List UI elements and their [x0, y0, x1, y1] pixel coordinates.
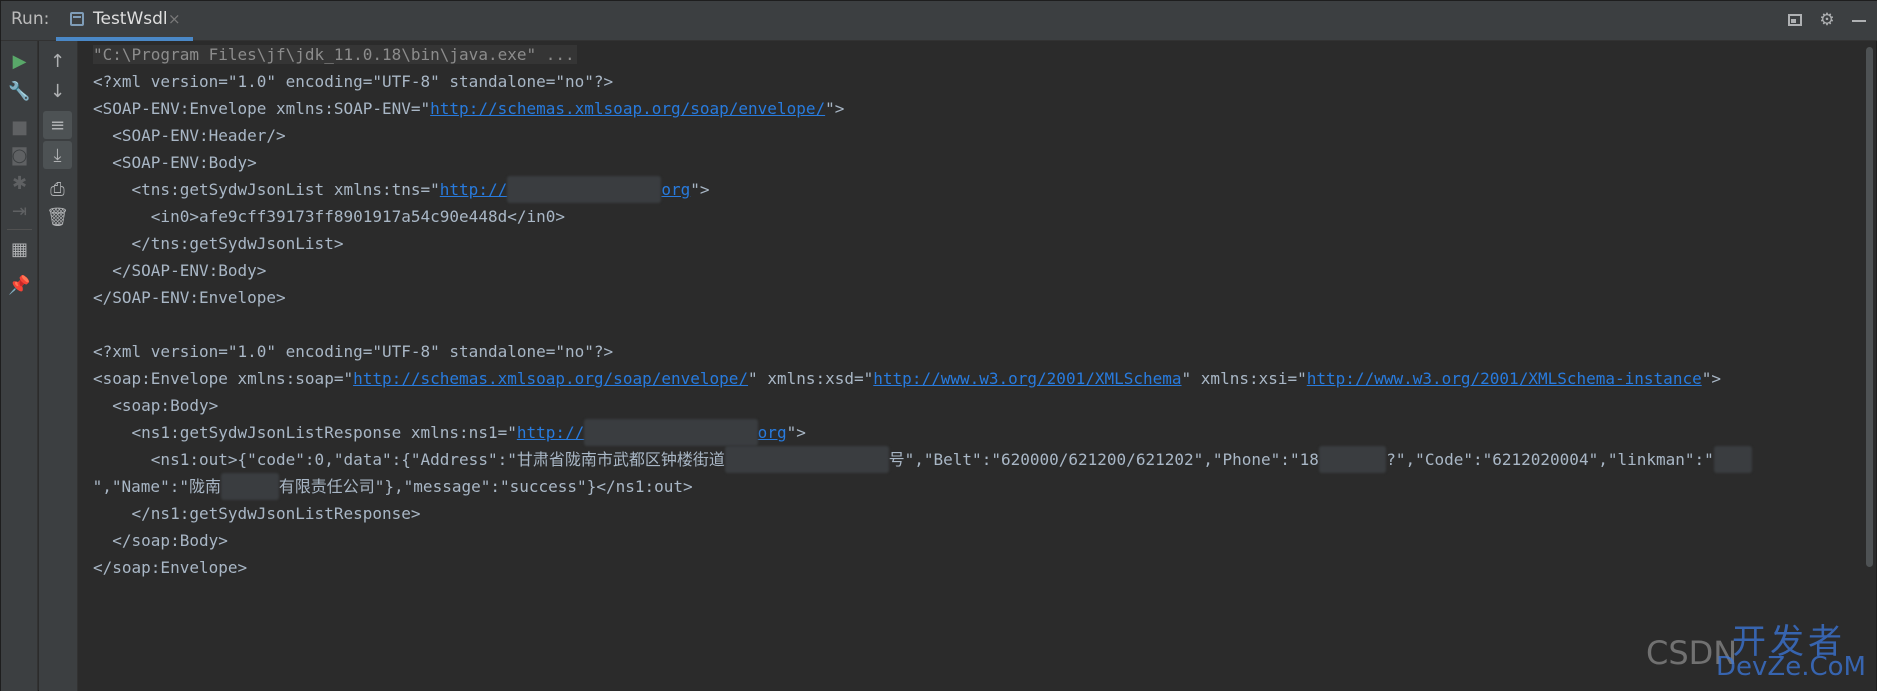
console-line: </SOAP-ENV:Body> — [93, 261, 267, 280]
wrench-icon[interactable]: 🔧 — [5, 77, 34, 105]
tab-testwsdl[interactable]: TestWsdl × — [56, 1, 193, 41]
tab-title: TestWsdl — [93, 9, 168, 29]
console-line: <soap:Body> — [93, 396, 219, 415]
close-icon[interactable]: × — [168, 10, 181, 28]
console-line: <SOAP-ENV:Body> — [93, 153, 257, 172]
console-line: ","Name":"陇南xxxxxx有限责任公司"},"message":"su… — [83, 473, 693, 500]
console-text: ","Name":"陇南 — [83, 477, 221, 496]
console-line: <SOAP-ENV:Header/> — [93, 126, 286, 145]
console-output[interactable]: "C:\Program Files\jf\jdk_11.0.18\bin\jav… — [78, 41, 1864, 691]
console-text: ?","Code":"6212020004","linkman":" — [1386, 450, 1714, 469]
toolbar-divider — [7, 229, 32, 230]
console-text: 有限责任公司"},"message":"success"}</ns1:out> — [278, 477, 693, 496]
layout-icon[interactable]: ▦ — [5, 235, 34, 263]
console-link[interactable]: http://xxxxxxxxxxxxxxxxxxorg — [516, 419, 787, 446]
console-line: </SOAP-ENV:Envelope> — [93, 288, 286, 307]
command-line: "C:\Program Files\jf\jdk_11.0.18\bin\jav… — [93, 45, 577, 64]
console-line: <SOAP-ENV:Envelope xmlns:SOAP-ENV="http:… — [93, 95, 844, 122]
console-text: <tns:getSydwJsonList xmlns:tns=" — [93, 180, 440, 199]
console-link[interactable]: http://schemas.xmlsoap.org/soap/envelope… — [430, 99, 825, 118]
minimize-icon[interactable] — [1852, 20, 1866, 22]
arrow-down-icon[interactable]: ↓ — [43, 77, 72, 105]
console-text: "> — [690, 180, 710, 199]
console-text: <SOAP-ENV:Envelope xmlns:SOAP-ENV=" — [93, 99, 431, 118]
run-tool-window: Run: TestWsdl × ⚙ ▶ 🔧 ■ ◙ ✱ ⇥ ▦ 📌 ↑ ↓ ≡ … — [0, 0, 1877, 691]
print-icon[interactable]: ⎙ — [43, 175, 72, 203]
console-line: <in0>afe9cff39173ff8901917a54c90e448d</i… — [93, 207, 566, 226]
console-text: "> — [1701, 369, 1721, 388]
console-line: <?xml version="1.0" encoding="UTF-8" sta… — [93, 72, 614, 91]
soft-wrap-icon[interactable]: ≡ — [43, 111, 72, 139]
redacted-text: xxxx — [1713, 446, 1753, 473]
console-text: " xmlns:xsi=" — [1181, 369, 1307, 388]
debug-icon[interactable]: ✱ — [5, 169, 34, 197]
console-link[interactable]: http://xxxxxxxxxxxxxxxxorg — [439, 176, 691, 203]
console-line: <ns1:out>{"code":0,"data":{"Address":"甘肃… — [93, 446, 1753, 473]
console-line: </soap:Body> — [93, 531, 228, 550]
console-text: <ns1:getSydwJsonListResponse xmlns:ns1=" — [93, 423, 517, 442]
console-text: <soap:Envelope xmlns:soap=" — [93, 369, 354, 388]
console-line: <tns:getSydwJsonList xmlns:tns="http://x… — [93, 176, 710, 203]
run-label: Run: — [11, 9, 50, 29]
console-line: </soap:Envelope> — [93, 558, 248, 577]
stop-icon[interactable]: ■ — [5, 113, 34, 141]
run-header: Run: TestWsdl × ⚙ — [1, 1, 1877, 41]
console-link[interactable]: http://www.w3.org/2001/XMLSchema-instanc… — [1307, 369, 1702, 388]
run-config-icon — [70, 12, 84, 26]
console-scrollbar[interactable] — [1862, 41, 1876, 691]
console-toolbar: ↑ ↓ ≡ ⤓ ⎙ 🗑 — [39, 41, 78, 691]
console-line: "C:\Program Files\jf\jdk_11.0.18\bin\jav… — [93, 41, 577, 68]
console-line: </tns:getSydwJsonList> — [93, 234, 344, 253]
arrow-up-icon[interactable]: ↑ — [43, 47, 72, 75]
redacted-text: xxxxxxxxxxxxxxxx — [507, 176, 662, 203]
redacted-text: xxxxxxx — [1318, 446, 1387, 473]
console-text: "> — [786, 423, 806, 442]
scroll-to-end-icon[interactable]: ⤓ — [43, 141, 72, 169]
restore-layout-icon[interactable] — [1788, 14, 1802, 26]
watermark: CSDN 开发者 DevZe.CoM — [1646, 622, 1866, 682]
console-text: 号","Belt":"620000/621200/621202","Phone"… — [888, 450, 1319, 469]
redacted-text: xxxxxxxxxxxxxxxxx — [724, 446, 889, 473]
header-actions: ⚙ — [1788, 11, 1866, 29]
gear-icon[interactable]: ⚙ — [1818, 11, 1836, 29]
redacted-text: xxxxxxxxxxxxxxxxxx — [584, 419, 758, 446]
console-link[interactable]: http://www.w3.org/2001/XMLSchema — [873, 369, 1181, 388]
console-link[interactable]: http://schemas.xmlsoap.org/soap/envelope… — [353, 369, 748, 388]
console-line: <?xml version="1.0" encoding="UTF-8" sta… — [93, 342, 614, 361]
scrollbar-thumb[interactable] — [1866, 47, 1873, 567]
console-line: <ns1:getSydwJsonListResponse xmlns:ns1="… — [93, 419, 806, 446]
trash-icon[interactable]: 🗑 — [43, 203, 72, 231]
link-start: http:// — [439, 180, 508, 199]
pin-icon[interactable]: 📌 — [5, 271, 34, 299]
console-line: <soap:Envelope xmlns:soap="http://schema… — [93, 365, 1721, 392]
console-text: " xmlns:xsd=" — [748, 369, 874, 388]
camera-icon[interactable]: ◙ — [5, 141, 34, 169]
link-end: org — [661, 180, 691, 199]
console-text: "> — [825, 99, 845, 118]
link-start: http:// — [516, 423, 585, 442]
run-toolbar: ▶ 🔧 ■ ◙ ✱ ⇥ ▦ 📌 — [1, 41, 38, 691]
watermark-en: DevZe.CoM — [1716, 652, 1866, 682]
exit-icon[interactable]: ⇥ — [5, 197, 34, 225]
console-text: <ns1:out>{"code":0,"data":{"Address":"甘肃… — [93, 450, 725, 469]
redacted-text: xxxxxx — [220, 473, 279, 500]
run-icon[interactable]: ▶ — [5, 47, 34, 75]
link-end: org — [757, 423, 787, 442]
console-line: </ns1:getSydwJsonListResponse> — [93, 504, 421, 523]
